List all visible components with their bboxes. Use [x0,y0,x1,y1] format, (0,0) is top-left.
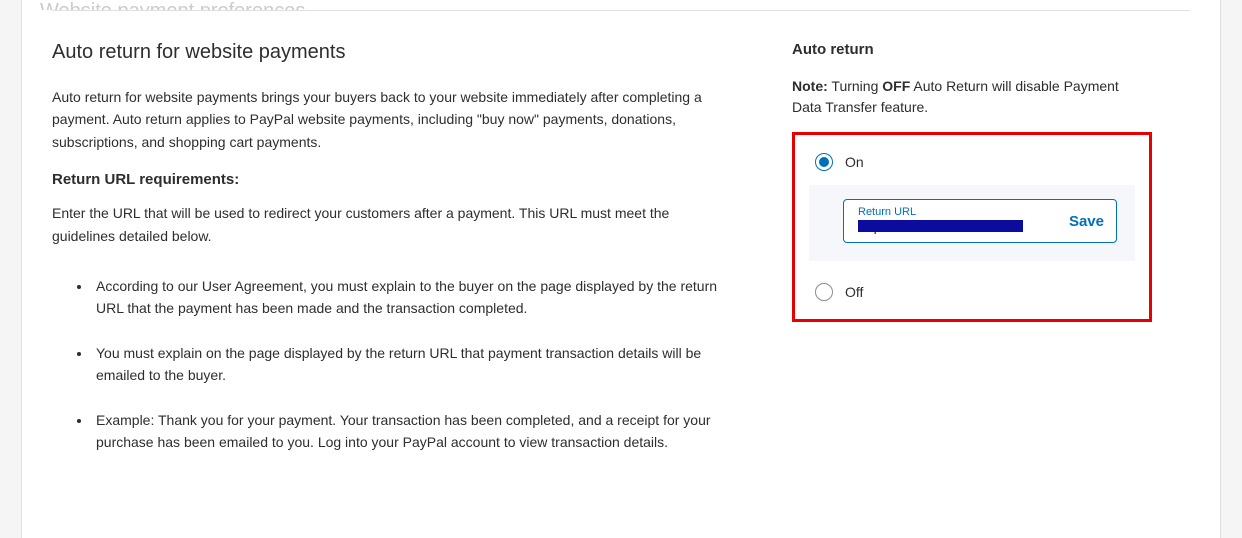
requirements-heading: Return URL requirements: [52,171,732,188]
radio-on[interactable] [815,153,833,171]
return-url-input-group[interactable]: Return URL Save [843,199,1117,243]
radio-off-row[interactable]: Off [809,279,1135,305]
return-url-input[interactable] [858,218,1059,234]
auto-return-heading: Auto return [792,41,1152,58]
list-item: Example: Thank you for your payment. You… [92,409,732,454]
note-pre: Turning [828,78,882,94]
description-paragraph: Auto return for website payments brings … [52,86,732,153]
radio-off[interactable] [815,283,833,301]
save-button[interactable]: Save [1059,213,1106,230]
left-column: Auto return for website payments Auto re… [52,41,732,475]
divider [52,10,1190,11]
highlight-box: On Return URL Save [792,132,1152,322]
note-text: Note: Turning OFF Auto Return will disab… [792,76,1152,118]
section-title: Auto return for website payments [52,41,732,64]
page-title: Website payment preferences [40,0,1190,10]
list-item: According to our User Agreement, you mus… [92,275,732,320]
radio-on-dot [819,157,829,167]
radio-on-label: On [845,154,864,170]
note-off-bold: OFF [882,78,910,94]
note-label: Note: [792,78,828,94]
return-url-label: Return URL [858,206,1059,218]
right-column: Auto return Note: Turning OFF Auto Retur… [792,41,1152,475]
radio-off-label: Off [845,284,863,300]
requirements-intro: Enter the URL that will be used to redir… [52,202,732,247]
radio-on-row[interactable]: On [809,149,1135,175]
requirements-list: According to our User Agreement, you mus… [92,275,732,453]
list-item: You must explain on the page displayed b… [92,342,732,387]
on-panel: Return URL Save [809,185,1135,261]
